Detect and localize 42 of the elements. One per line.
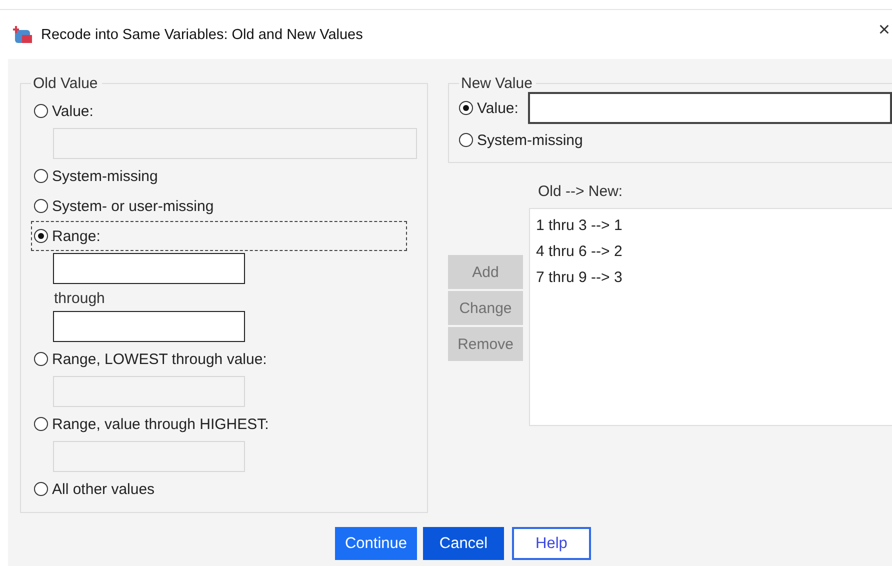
radio-button[interactable] xyxy=(34,482,48,496)
list-item[interactable]: 7 thru 9 --> 3 xyxy=(536,265,892,291)
radio-option[interactable]: Range, value through HIGHEST: xyxy=(31,409,272,439)
list-item[interactable]: 1 thru 3 --> 1 xyxy=(536,213,892,239)
mapping-list[interactable]: 1 thru 3 --> 1 4 thru 6 --> 2 7 thru 9 --> 3 xyxy=(529,208,892,426)
window-title: Recode into Same Variables: Old and New Values xyxy=(41,26,363,42)
radio-option[interactable]: Range: xyxy=(31,221,407,251)
dialog-button[interactable]: Cancel xyxy=(423,527,504,560)
radio-option[interactable]: System- or user-missing xyxy=(31,191,217,221)
radio-button[interactable] xyxy=(34,104,48,118)
app-icon xyxy=(13,24,33,44)
through-label: through xyxy=(54,290,106,307)
radio-button[interactable] xyxy=(34,352,48,366)
option-label: Value: xyxy=(477,100,518,116)
radio-button[interactable] xyxy=(34,229,48,243)
input-field[interactable] xyxy=(53,253,245,284)
option-label: Range, value through HIGHEST: xyxy=(52,416,269,432)
radio-option[interactable]: Value: xyxy=(31,96,96,126)
dialog-button[interactable]: Continue xyxy=(335,527,417,560)
option-label: System-missing xyxy=(477,132,583,148)
option-label: System-missing xyxy=(52,168,158,184)
radio-option[interactable]: System-missing xyxy=(31,161,161,191)
group-title: New Value xyxy=(460,75,534,92)
group-title: Old Value xyxy=(32,75,99,92)
radio-button[interactable] xyxy=(459,101,473,115)
radio-button[interactable] xyxy=(34,199,48,213)
radio-button[interactable] xyxy=(34,417,48,431)
option-label: All other values xyxy=(52,480,155,498)
dialog-button[interactable]: Help xyxy=(512,527,591,560)
list-label: Old --> New: xyxy=(537,183,624,202)
list-item[interactable]: 4 thru 6 --> 2 xyxy=(536,239,892,265)
close-button[interactable]: × xyxy=(878,19,890,42)
option-label: Value: xyxy=(52,102,94,120)
radio-button[interactable] xyxy=(34,169,48,183)
input-field[interactable] xyxy=(53,311,245,342)
option-label: Range: xyxy=(52,228,100,244)
option-label: System- or user-missing xyxy=(52,198,214,214)
input-field[interactable] xyxy=(528,92,892,124)
radio-option[interactable]: Range, LOWEST through value: xyxy=(31,344,270,374)
radio-option[interactable]: All other values xyxy=(31,474,158,504)
radio-button[interactable] xyxy=(459,133,473,147)
option-label: Range, LOWEST through value: xyxy=(52,350,267,368)
